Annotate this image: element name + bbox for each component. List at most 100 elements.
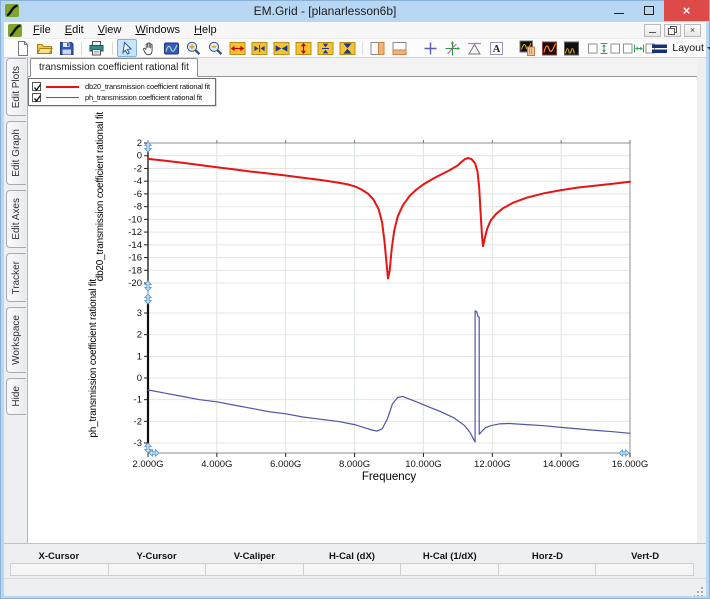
resize-grip[interactable] — [694, 583, 704, 593]
legend-label: ph_transmission coefficient rational fit — [85, 93, 202, 102]
expand-y-icon — [295, 40, 312, 57]
legend-checkbox[interactable] — [32, 82, 41, 91]
series-ph-transmission-coefficient-ra — [148, 311, 630, 442]
sidebar-tab-edit-plots[interactable]: Edit Plots — [6, 58, 26, 116]
toolbar-separator — [112, 42, 113, 55]
mdi-minimize-button[interactable] — [644, 24, 661, 37]
y-axis-handle[interactable] — [145, 294, 151, 304]
toolbar-gap — [411, 48, 420, 49]
window-title: EM.Grid - [planarlesson6b] — [60, 4, 590, 18]
readout-value-v-caliper — [206, 563, 304, 576]
x-tick-label: 6.000G — [270, 459, 301, 470]
zoom-region-button[interactable] — [161, 39, 181, 57]
y-tick-label: -16 — [128, 253, 142, 264]
menu-bar: FileEditViewWindowsHelp × — [4, 22, 706, 39]
plot-panel[interactable]: 20-2-4-6-8-10-12-14-16-18-203210-1-2-32.… — [28, 77, 697, 543]
sidebar-tab-edit-axes[interactable]: Edit Axes — [6, 190, 26, 248]
open-folder-icon — [36, 40, 53, 57]
tracker-axes-button[interactable] — [443, 39, 463, 57]
align-vertical-button[interactable] — [592, 39, 616, 57]
align-vertical-icon — [587, 40, 621, 57]
shrink-y-button[interactable] — [315, 39, 335, 57]
minimize-button[interactable] — [604, 0, 634, 21]
maximize-button[interactable] — [634, 0, 664, 21]
sidebar-tab-tracker[interactable]: Tracker — [6, 253, 26, 303]
zoom-out-button[interactable] — [205, 39, 225, 57]
y-axis-0[interactable]: 20-2-4-6-8-10-12-14-16-18-20 — [128, 138, 148, 289]
layout-dropdown-label: Layout — [672, 42, 704, 54]
align-horizontal-button[interactable] — [626, 39, 650, 57]
print-button[interactable] — [87, 39, 107, 57]
x-tick-label: 10.000G — [405, 459, 441, 470]
y-tick-label: 1 — [137, 351, 142, 362]
axis-handles[interactable] — [145, 142, 629, 456]
y-axis-1[interactable]: 3210-1-2-3 — [134, 296, 148, 452]
readout-value-horz-d — [499, 563, 597, 576]
open-folder-button[interactable] — [34, 39, 54, 57]
new-document-button[interactable] — [12, 39, 32, 57]
zoom-in-button[interactable] — [183, 39, 203, 57]
document-area: transmission coefficient rational fit 20… — [27, 58, 697, 543]
legend-line-sample — [46, 86, 79, 88]
save-button[interactable] — [56, 39, 76, 57]
series-db20-transmission-coefficient- — [148, 158, 630, 279]
pane-columns-button[interactable] — [368, 39, 388, 57]
x-axis-handle[interactable] — [619, 450, 629, 456]
fit-y-button[interactable] — [337, 39, 357, 57]
pane-rows-button[interactable] — [390, 39, 410, 57]
chart-canvas[interactable]: 20-2-4-6-8-10-12-14-16-18-203210-1-2-32.… — [28, 77, 697, 543]
fit-x-button[interactable] — [271, 39, 291, 57]
readout-header-h-cal-1-dx: H-Cal (1/dX) — [401, 550, 499, 563]
crosshair-button[interactable] — [421, 39, 441, 57]
y-tick-label: 0 — [137, 373, 142, 384]
layout-bars-icon — [651, 40, 668, 57]
sidebar-tab-workspace[interactable]: Workspace — [6, 307, 26, 373]
y-tick-label: -12 — [128, 227, 142, 238]
tracker-axes-icon — [444, 40, 461, 57]
shrink-x-button[interactable] — [249, 39, 269, 57]
legend-checkbox[interactable] — [32, 93, 41, 102]
y-axis-label-ph: ph_transmission coefficient rational fit — [88, 279, 99, 438]
pan-hand-button[interactable] — [139, 39, 159, 57]
expand-x-button[interactable] — [227, 39, 247, 57]
mdi-restore-button[interactable] — [664, 24, 681, 37]
layout-bars-button[interactable]: Layout — [661, 39, 705, 57]
menu-file[interactable]: File — [26, 23, 58, 37]
text-annotation-button[interactable]: A — [487, 39, 507, 57]
menu-view[interactable]: View — [91, 23, 129, 37]
x-axis[interactable]: 2.000G4.000G6.000G8.000G10.000G12.000G14… — [132, 453, 648, 483]
toolbar-separator — [362, 42, 363, 55]
mdi-close-button[interactable]: × — [684, 24, 701, 37]
readout-value-x-cursor — [10, 563, 109, 576]
close-icon: × — [683, 4, 691, 17]
crosshair-icon — [422, 40, 439, 57]
sidebar-tab-hide[interactable]: Hide — [6, 378, 26, 415]
menu-items: FileEditViewWindowsHelp — [26, 23, 224, 37]
close-button[interactable]: × — [664, 0, 709, 21]
expand-x-icon — [229, 40, 246, 57]
y-tick-label: -3 — [134, 438, 142, 449]
select-arrow-icon — [119, 40, 136, 57]
y-tick-label: 3 — [137, 308, 142, 319]
menu-help[interactable]: Help — [187, 23, 224, 37]
x-tick-label: 4.000G — [201, 459, 232, 470]
graph-style-curves-button[interactable] — [561, 39, 581, 57]
y-tick-label: -20 — [128, 278, 142, 289]
readout-header-horz-d: Horz-D — [499, 550, 597, 563]
select-arrow-button[interactable] — [117, 39, 137, 57]
menu-edit[interactable]: Edit — [58, 23, 91, 37]
readout-value-h-cal-1-dx — [401, 563, 499, 576]
zoom-region-icon — [163, 40, 180, 57]
graph-style-dark-button[interactable] — [539, 39, 559, 57]
expand-y-button[interactable] — [293, 39, 313, 57]
y-tick-label: -4 — [134, 176, 142, 187]
caliper-button[interactable] — [465, 39, 485, 57]
app-icon-small — [8, 24, 22, 37]
sidebar-tab-edit-graph[interactable]: Edit Graph — [6, 121, 26, 185]
menu-windows[interactable]: Windows — [128, 23, 187, 37]
y-tick-label: -10 — [128, 214, 142, 225]
document-tab-transmission-coefficient-rational-fit[interactable]: transmission coefficient rational fit — [30, 58, 198, 77]
pan-hand-icon — [141, 40, 158, 57]
add-graph-button[interactable] — [517, 39, 537, 57]
x-axis-title: Frequency — [362, 471, 417, 483]
